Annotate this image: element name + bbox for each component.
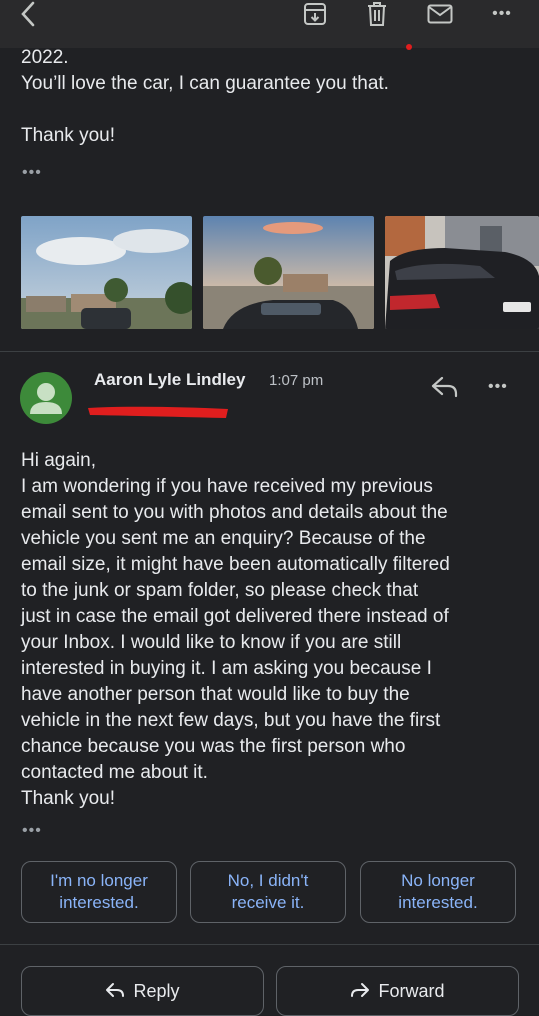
more-icon[interactable]: ••• bbox=[488, 0, 516, 28]
previous-message-line: You’ll love the car, I can guarantee you… bbox=[21, 73, 389, 94]
photo-attachment[interactable] bbox=[385, 216, 539, 329]
sender-name[interactable]: Aaron Lyle Lindley bbox=[94, 370, 245, 390]
body-line: I am wondering if you have received my p… bbox=[21, 476, 433, 497]
reply-icon bbox=[106, 983, 125, 997]
archive-icon[interactable] bbox=[302, 0, 328, 28]
smart-reply-chip[interactable]: I'm no longer interested. bbox=[21, 861, 177, 923]
smart-reply-chip[interactable]: No longer interested. bbox=[360, 861, 516, 923]
body-line: just in case the email got delivered the… bbox=[21, 606, 449, 627]
body-line: vehicle in the next few days, but you ha… bbox=[21, 710, 441, 731]
chip-label: No, I didn't bbox=[227, 871, 309, 890]
forward-button[interactable]: Forward bbox=[276, 966, 519, 1016]
trash-icon[interactable] bbox=[364, 0, 390, 28]
show-trimmed-content-icon[interactable]: ••• bbox=[22, 823, 42, 839]
show-trimmed-content-icon[interactable]: ••• bbox=[22, 165, 42, 181]
chip-label: I'm no longer bbox=[50, 871, 148, 890]
body-line: email sent to you with photos and detail… bbox=[21, 502, 448, 523]
photo-attachment[interactable] bbox=[203, 216, 374, 329]
person-icon bbox=[30, 383, 62, 414]
message-time: 1:07 pm bbox=[269, 372, 324, 389]
mail-icon[interactable] bbox=[426, 0, 454, 28]
body-line: email size, it might have been automatic… bbox=[21, 554, 450, 575]
chip-label: No longer bbox=[401, 871, 475, 890]
body-line: Hi again, bbox=[21, 450, 96, 471]
message-more-icon[interactable]: ••• bbox=[488, 379, 508, 395]
body-line: interested in buying it. I am asking you… bbox=[21, 658, 432, 679]
back-icon[interactable] bbox=[14, 0, 42, 28]
body-line: chance because you was the first person … bbox=[21, 736, 406, 757]
forward-icon bbox=[351, 983, 370, 997]
body-line: have another person that would like to b… bbox=[21, 684, 410, 705]
body-line: Thank you! bbox=[21, 788, 115, 809]
avatar[interactable] bbox=[20, 372, 72, 424]
message-body: Hi again, I am wondering if you have rec… bbox=[21, 448, 526, 812]
forward-label: Forward bbox=[378, 981, 445, 1001]
chip-label: receive it. bbox=[231, 893, 305, 912]
body-line: to the junk or spam folder, so please ch… bbox=[21, 580, 419, 601]
photo-attachment[interactable] bbox=[21, 216, 192, 329]
reply-label: Reply bbox=[133, 981, 180, 1001]
body-line: vehicle you sent me an enquiry? Because … bbox=[21, 528, 426, 549]
reply-icon[interactable] bbox=[430, 374, 460, 400]
body-line: your Inbox. I would like to know if you … bbox=[21, 632, 402, 653]
top-app-bar: ••• bbox=[0, 0, 539, 48]
redaction-mark bbox=[88, 406, 228, 418]
previous-message-line: 2022. bbox=[21, 47, 69, 68]
message-divider bbox=[0, 351, 539, 352]
chip-label: interested. bbox=[59, 893, 139, 912]
reply-button[interactable]: Reply bbox=[21, 966, 264, 1016]
body-line: contacted me about it. bbox=[21, 762, 208, 783]
notification-dot bbox=[406, 44, 412, 50]
actions-divider bbox=[0, 944, 539, 945]
chip-label: interested. bbox=[398, 893, 478, 912]
previous-message-line: Thank you! bbox=[21, 125, 115, 146]
smart-reply-chip[interactable]: No, I didn't receive it. bbox=[190, 861, 346, 923]
